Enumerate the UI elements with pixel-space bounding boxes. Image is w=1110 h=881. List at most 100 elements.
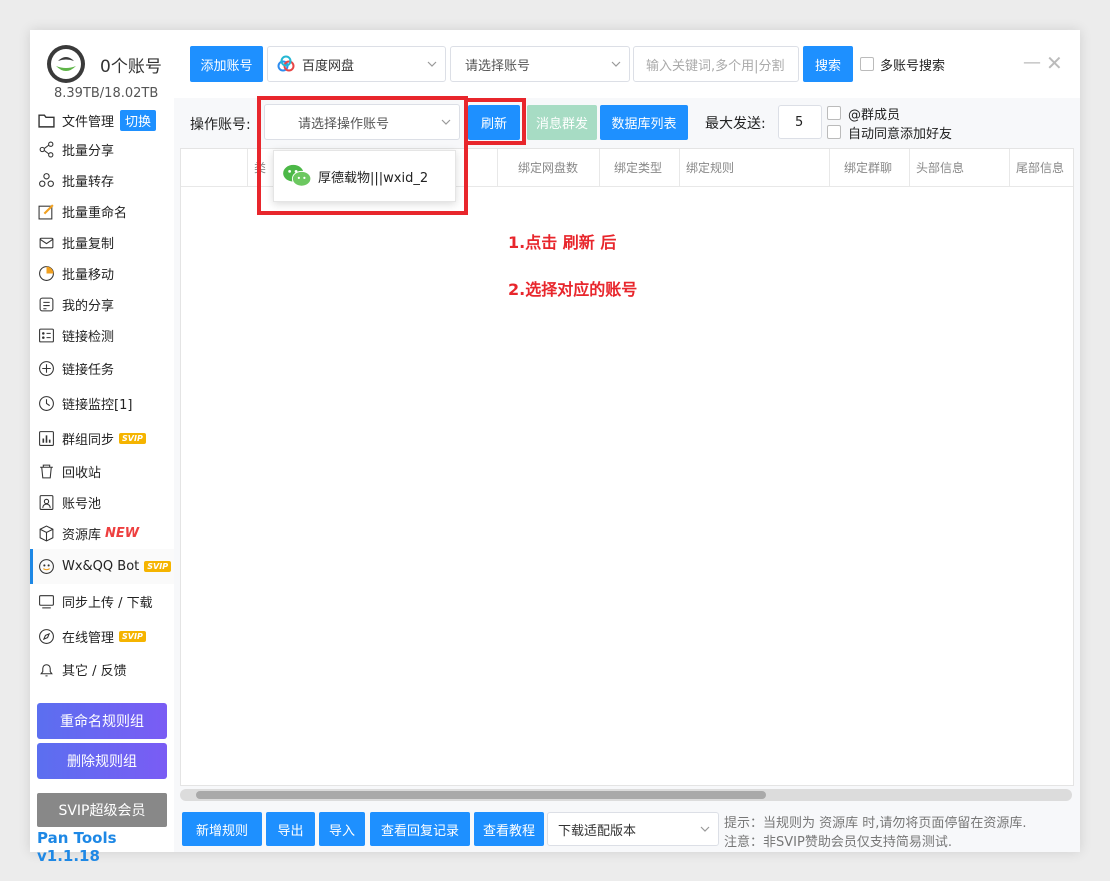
rename-rule-group-button[interactable]: 重命名规则组 bbox=[37, 703, 167, 739]
sidebar-item-label: 批量转存 bbox=[62, 175, 115, 190]
sidebar-item-label: 群组同步 bbox=[62, 433, 115, 448]
broadcast-button[interactable]: 消息群发 bbox=[527, 105, 597, 140]
folder-icon bbox=[36, 110, 56, 130]
sidebar-item-resource[interactable]: 资源库 NEW bbox=[30, 518, 174, 549]
sidebar-item-sync-upload-download[interactable]: 同步上传 / 下载 bbox=[30, 584, 174, 619]
baidu-netdisk-icon bbox=[277, 55, 295, 72]
import-button[interactable]: 导入 bbox=[319, 812, 365, 846]
column-header-bind-type: 绑定类型 bbox=[599, 149, 679, 187]
app-version: Pan Tools v1.1.18 bbox=[37, 829, 117, 865]
storage-usage: 8.39TB/18.02TB bbox=[54, 86, 159, 101]
sidebar-item-label: 批量移动 bbox=[62, 268, 115, 283]
annotation-step1: 1.点击 刷新 后 bbox=[508, 233, 617, 252]
horizontal-scrollbar[interactable] bbox=[180, 789, 1072, 801]
trash-icon bbox=[36, 462, 56, 482]
sidebar-nav: 文件管理 切换 批量分享 批量转存 批量重命名 批量复制 批量移动 我的分享 链… bbox=[30, 106, 174, 685]
download-version-value: 下载适配版本 bbox=[558, 823, 637, 839]
scrollbar-thumb[interactable] bbox=[196, 791, 766, 799]
sidebar-item-link-monitor[interactable]: 链接监控[1] bbox=[30, 386, 174, 421]
sidebar-item-account-pool[interactable]: 账号池 bbox=[30, 487, 174, 518]
sidebar-item-label: 回收站 bbox=[62, 466, 102, 481]
chevron-down-icon bbox=[427, 61, 437, 67]
svip-badge: SVIP bbox=[144, 561, 172, 572]
sidebar-item-label: 链接任务 bbox=[62, 363, 115, 378]
account-pool-icon bbox=[36, 493, 56, 513]
close-icon[interactable]: ✕ bbox=[1046, 51, 1063, 75]
tip-line-2: 注意：非SVIP赞助会员仅支持简易测试. bbox=[724, 835, 952, 850]
bell-icon bbox=[36, 660, 56, 680]
sidebar-item-batch-transfer[interactable]: 批量转存 bbox=[30, 165, 174, 196]
sidebar-item-bot[interactable]: Wx&QQ Bot SVIP bbox=[30, 549, 174, 584]
add-account-button[interactable]: 添加账号 bbox=[190, 46, 263, 82]
sidebar-item-batch-share[interactable]: 批量分享 bbox=[30, 134, 174, 165]
column-header-footer-info: 尾部信息 bbox=[1009, 149, 1073, 187]
sidebar-item-label: 文件管理 bbox=[62, 114, 115, 130]
sidebar-item-batch-copy[interactable]: 批量复制 bbox=[30, 227, 174, 258]
multi-account-search-checkbox[interactable] bbox=[860, 57, 874, 71]
download-version-select[interactable]: 下载适配版本 bbox=[547, 812, 719, 846]
minimize-icon[interactable]: — bbox=[1023, 52, 1041, 73]
sidebar-item-label: 同步上传 / 下载 bbox=[62, 596, 153, 611]
sidebar-item-file-manage[interactable]: 文件管理 切换 bbox=[30, 106, 174, 134]
sidebar: 0个账号 8.39TB/18.02TB 文件管理 切换 批量分享 批量转存 批量… bbox=[30, 30, 174, 865]
account-select-value: 请选择账号 bbox=[465, 58, 531, 74]
keyword-search-input[interactable]: 输入关键词,多个用|分割 bbox=[633, 46, 799, 82]
account-select[interactable]: 请选择账号 bbox=[450, 46, 630, 82]
export-button[interactable]: 导出 bbox=[266, 812, 315, 846]
transfer-icon bbox=[36, 171, 56, 191]
sidebar-item-batch-rename[interactable]: 批量重命名 bbox=[30, 196, 174, 227]
sidebar-item-batch-move[interactable]: 批量移动 bbox=[30, 258, 174, 289]
sidebar-item-label: 批量重命名 bbox=[62, 206, 128, 221]
app-window: 0个账号 8.39TB/18.02TB 文件管理 切换 批量分享 批量转存 批量… bbox=[30, 30, 1080, 865]
sidebar-item-group-sync[interactable]: 群组同步 SVIP bbox=[30, 421, 174, 456]
group-sync-icon bbox=[36, 429, 56, 449]
delete-rule-group-button[interactable]: 删除规则组 bbox=[37, 743, 167, 779]
sidebar-item-other-feedback[interactable]: 其它 / 反馈 bbox=[30, 654, 174, 685]
sidebar-item-online-manage[interactable]: 在线管理 SVIP bbox=[30, 619, 174, 654]
new-badge: NEW bbox=[105, 526, 140, 541]
logo-row: 0个账号 bbox=[44, 44, 174, 84]
sidebar-item-label: Wx&QQ Bot bbox=[62, 559, 140, 574]
auto-accept-label: 自动同意添加好友 bbox=[848, 127, 953, 142]
cloud-drive-select[interactable]: 百度网盘 bbox=[267, 46, 446, 82]
account-count: 0个账号 bbox=[100, 57, 162, 77]
my-share-icon bbox=[36, 295, 56, 315]
sidebar-item-label: 链接监控[1] bbox=[62, 398, 133, 413]
app-logo-icon bbox=[47, 45, 85, 83]
annotation-box-select bbox=[257, 96, 468, 215]
add-rule-button[interactable]: 新增规则 bbox=[182, 812, 262, 846]
column-header-header-info: 头部信息 bbox=[909, 149, 1009, 187]
rules-table: 类 绑定网盘数 绑定类型 绑定规则 绑定群聊 头部信息 尾部信息 bbox=[180, 148, 1074, 786]
sidebar-item-label: 在线管理 bbox=[62, 631, 115, 646]
svip-badge: SVIP bbox=[119, 433, 146, 444]
column-header-bind-group: 绑定群聊 bbox=[829, 149, 909, 187]
op-account-label: 操作账号: bbox=[190, 117, 251, 133]
sidebar-item-label: 资源库 bbox=[62, 528, 102, 543]
bot-icon bbox=[36, 557, 56, 577]
rename-icon bbox=[36, 202, 56, 222]
database-list-button[interactable]: 数据库列表 bbox=[600, 105, 688, 140]
search-button[interactable]: 搜索 bbox=[803, 46, 853, 82]
sidebar-item-label: 链接检测 bbox=[62, 330, 115, 345]
link-monitor-icon bbox=[36, 394, 56, 414]
multi-account-search-label: 多账号搜索 bbox=[880, 59, 946, 74]
switch-button[interactable]: 切换 bbox=[120, 109, 157, 131]
link-check-icon bbox=[36, 326, 56, 346]
sidebar-item-my-share[interactable]: 我的分享 bbox=[30, 289, 174, 320]
view-reply-log-button[interactable]: 查看回复记录 bbox=[370, 812, 470, 846]
auto-accept-checkbox[interactable] bbox=[827, 125, 841, 139]
max-send-input[interactable]: 5 bbox=[778, 105, 822, 139]
keyword-placeholder: 输入关键词,多个用|分割 bbox=[646, 58, 785, 74]
online-icon bbox=[36, 627, 56, 647]
sidebar-item-trash[interactable]: 回收站 bbox=[30, 456, 174, 487]
view-tutorial-button[interactable]: 查看教程 bbox=[474, 812, 544, 846]
max-send-value: 5 bbox=[795, 114, 804, 130]
svip-button[interactable]: SVIP超级会员 bbox=[37, 793, 167, 827]
column-header-bind-rule: 绑定规则 bbox=[679, 149, 829, 187]
chevron-down-icon bbox=[700, 826, 710, 832]
at-members-checkbox[interactable] bbox=[827, 106, 841, 120]
sidebar-item-link-check[interactable]: 链接检测 bbox=[30, 320, 174, 351]
sidebar-item-link-task[interactable]: 链接任务 bbox=[30, 351, 174, 386]
link-task-icon bbox=[36, 359, 56, 379]
annotation-box-refresh bbox=[464, 98, 526, 145]
